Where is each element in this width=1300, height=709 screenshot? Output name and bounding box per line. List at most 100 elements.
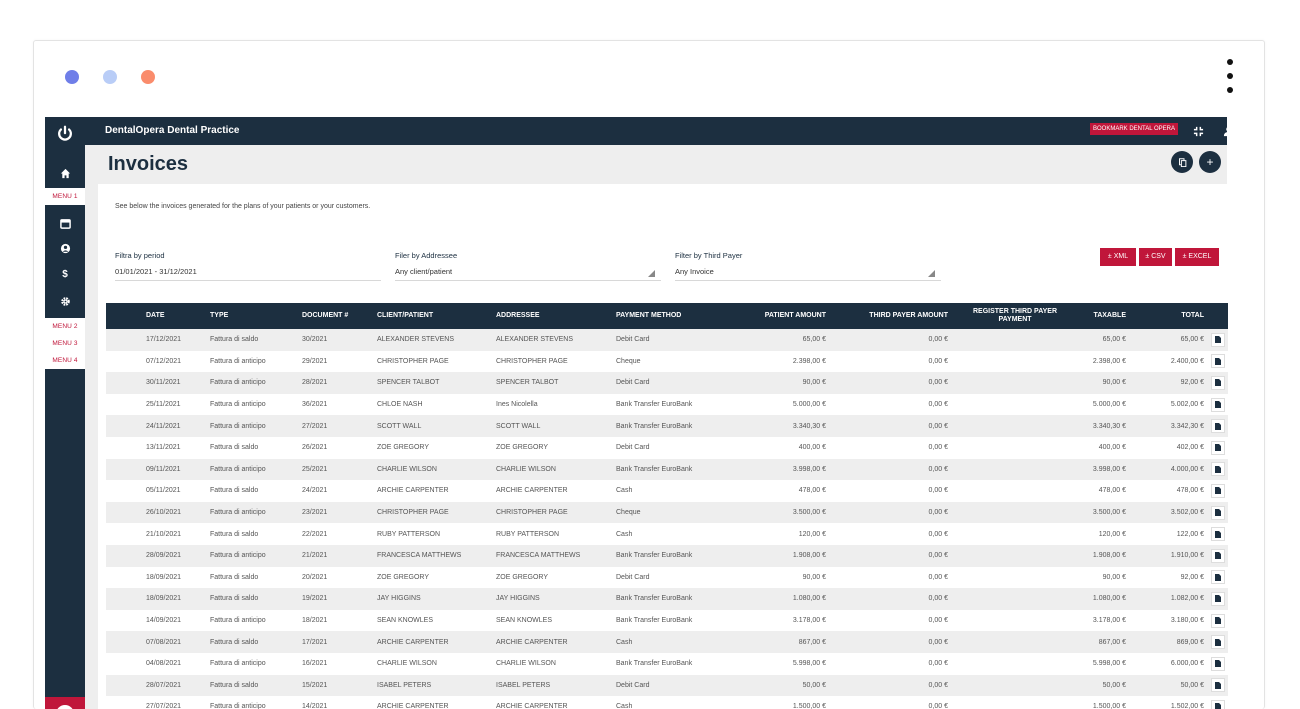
col-taxable[interactable]: TAXABLE (1078, 303, 1130, 329)
view-invoice-button[interactable] (1211, 656, 1225, 671)
cell-document: 20/2021 (302, 573, 328, 581)
table-row[interactable]: 18/09/2021 Fattura di saldo 20/2021 ZOE GRE… (106, 566, 1228, 589)
view-invoice-button[interactable] (1211, 462, 1225, 477)
view-invoice-button[interactable] (1211, 613, 1225, 628)
col-third-payer-amount[interactable]: THIRD PAYER AMOUNT (830, 303, 952, 329)
table-row[interactable]: 28/09/2021 Fattura di anticipo 21/2021 FRAN… (106, 544, 1228, 567)
table-row[interactable]: 25/11/2021 Fattura di anticipo 36/2021 CHLO… (106, 393, 1228, 416)
table-row[interactable]: 04/08/2021 Fattura di anticipo 16/2021 CHAR… (106, 652, 1228, 675)
help-button[interactable] (45, 697, 85, 709)
cell-date: 14/09/2021 (146, 617, 182, 625)
table-row[interactable]: 27/07/2021 Fattura di anticipo 14/2021 ARCH… (106, 696, 1228, 709)
col-date[interactable]: DATE (142, 303, 206, 329)
sidebar-item-menu3[interactable]: MENU 3 (45, 335, 85, 352)
table-row[interactable]: 05/11/2021 Fattura di saldo 24/2021 ARCHIE … (106, 480, 1228, 502)
cell-type: Fattura di saldo (210, 530, 259, 538)
view-invoice-button[interactable] (1211, 505, 1225, 520)
col-addressee[interactable]: ADDRESSEE (492, 303, 612, 329)
view-invoice-button[interactable] (1211, 548, 1225, 563)
power-icon[interactable] (45, 117, 85, 151)
cell-third-payer-amount: 0,00 € (928, 422, 948, 430)
cell-patient-amount: 65,00 € (802, 336, 826, 344)
row-spacer (106, 696, 142, 709)
table-row[interactable]: 07/08/2021 Fattura di saldo 17/2021 ARCHIE … (106, 631, 1228, 653)
table-row[interactable]: 17/12/2021 Fattura di saldo 30/2021 ALEXAND… (106, 329, 1228, 351)
col-register-third-payer[interactable]: REGISTER THIRD PAYER PAYMENT (952, 303, 1078, 329)
cell-register-third-payer (952, 588, 1078, 610)
view-invoice-button[interactable] (1211, 570, 1225, 585)
collapse-icon[interactable] (1191, 124, 1205, 138)
export-csv-button[interactable]: ± CSV (1139, 248, 1172, 266)
table-row[interactable]: 30/11/2021 Fattura di anticipo 28/2021 SPEN… (106, 372, 1228, 394)
home-icon[interactable] (45, 163, 85, 183)
view-invoice-button[interactable] (1211, 678, 1225, 693)
third-payer-filter-select[interactable]: Any Invoice (675, 267, 941, 281)
addressee-filter-select[interactable]: Any client/patient (395, 267, 661, 281)
cell-third-payer-amount: 0,00 € (928, 552, 948, 560)
table-row[interactable]: 09/11/2021 Fattura di anticipo 25/2021 CHAR… (106, 458, 1228, 481)
view-invoice-button[interactable] (1211, 440, 1225, 455)
table-row[interactable]: 07/12/2021 Fattura di anticipo 29/2021 CHRI… (106, 350, 1228, 373)
cell-total: 92,00 € (1180, 573, 1204, 581)
row-spacer (106, 480, 142, 502)
cell-date: 25/11/2021 (146, 401, 181, 409)
dollar-icon[interactable]: $ (45, 264, 85, 284)
row-spacer (106, 545, 142, 567)
cell-date: 21/10/2021 (146, 530, 182, 538)
view-invoice-button[interactable] (1211, 375, 1225, 390)
cell-total: 122,00 € (1176, 530, 1204, 538)
export-excel-button[interactable]: ± EXCEL (1175, 248, 1219, 266)
cell-register-third-payer (952, 545, 1078, 567)
cell-taxable: 478,00 € (1098, 487, 1126, 495)
kebab-menu-icon[interactable] (1224, 59, 1236, 99)
row-spacer (106, 675, 142, 697)
view-invoice-button[interactable] (1211, 419, 1225, 434)
view-invoice-button[interactable] (1211, 397, 1225, 412)
sidebar-item-menu2[interactable]: MENU 2 (45, 318, 85, 335)
period-filter: Filtra by period 01/01/2021 - 31/12/2021 (115, 251, 381, 281)
cell-patient-amount: 3.500,00 € (792, 509, 826, 517)
cell-total: 1.502,00 € (1170, 703, 1204, 709)
document-icon (1215, 617, 1221, 625)
account-icon[interactable] (1221, 124, 1235, 138)
col-payment-method[interactable]: PAYMENT METHOD (612, 303, 716, 329)
cell-type: Fattura di anticipo (210, 703, 266, 709)
view-invoice-button[interactable] (1211, 354, 1225, 369)
view-invoice-button[interactable] (1211, 332, 1225, 347)
gear-icon[interactable] (45, 291, 85, 311)
copy-button[interactable] (1171, 151, 1193, 173)
col-document[interactable]: DOCUMENT # (298, 303, 373, 329)
view-invoice-button[interactable] (1211, 699, 1225, 709)
user-icon[interactable] (45, 238, 85, 258)
view-invoice-button[interactable] (1211, 483, 1225, 498)
cell-addressee: Ines Nicolella (496, 401, 538, 409)
table-row[interactable]: 24/11/2021 Fattura di anticipo 27/2021 SCOT… (106, 415, 1228, 437)
table-row[interactable]: 28/07/2021 Fattura di saldo 15/2021 ISABEL … (106, 674, 1228, 697)
col-patient-amount[interactable]: PATIENT AMOUNT (716, 303, 830, 329)
table-row[interactable]: 26/10/2021 Fattura di anticipo 23/2021 CHRI… (106, 501, 1228, 524)
view-invoice-button[interactable] (1211, 635, 1225, 650)
cell-third-payer-amount: 0,00 € (928, 465, 948, 473)
bookmark-button[interactable]: BOOKMARK DENTAL OPERA (1090, 123, 1179, 135)
view-invoice-button[interactable] (1211, 591, 1225, 606)
cell-taxable: 3.340,30 € (1092, 422, 1126, 430)
cell-taxable: 120,00 € (1098, 530, 1126, 538)
table-row[interactable]: 13/11/2021 Fattura di saldo 26/2021 ZOE GRE… (106, 436, 1228, 459)
table-row[interactable]: 14/09/2021 Fattura di anticipo 18/2021 SEAN… (106, 609, 1228, 632)
calendar-icon[interactable] (45, 213, 85, 233)
col-type[interactable]: TYPE (206, 303, 298, 329)
sidebar-item-menu4[interactable]: MENU 4 (45, 352, 85, 369)
export-xml-button[interactable]: ± XML (1100, 248, 1136, 266)
cell-document: 25/2021 (302, 465, 328, 473)
cell-type: Fattura di anticipo (210, 465, 266, 473)
col-total[interactable]: TOTAL (1130, 303, 1208, 329)
view-invoice-button[interactable] (1211, 527, 1225, 542)
addressee-filter-value: Any client/patient (395, 267, 453, 276)
period-filter-input[interactable]: 01/01/2021 - 31/12/2021 (115, 267, 381, 281)
sidebar-item-menu1[interactable]: MENU 1 (45, 188, 85, 205)
table-row[interactable]: 21/10/2021 Fattura di saldo 22/2021 RUBY PA… (106, 523, 1228, 545)
col-client[interactable]: CLIENT/PATIENT (373, 303, 492, 329)
table-row[interactable]: 18/09/2021 Fattura di saldo 19/2021 JAY HIG… (106, 588, 1228, 610)
add-invoice-button[interactable]: + (1199, 151, 1221, 173)
cell-third-payer-amount: 0,00 € (928, 336, 948, 344)
